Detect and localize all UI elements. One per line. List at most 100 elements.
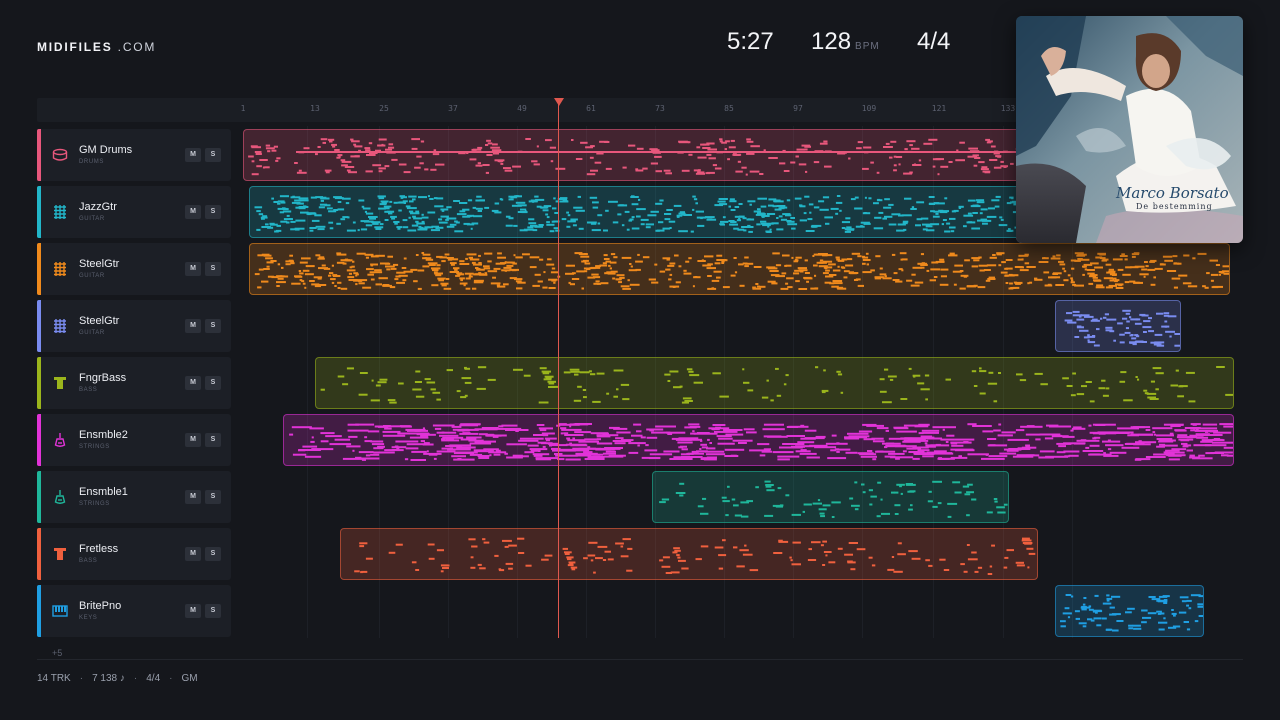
track-category: KEYS — [79, 615, 98, 621]
solo-button[interactable]: S — [205, 433, 221, 447]
ruler-tick: 1 — [240, 104, 246, 113]
mute-button[interactable]: M — [185, 547, 201, 561]
logo-bold: MIDIFILES — [37, 40, 113, 54]
track-header[interactable]: FngrBass BASS M S — [37, 357, 231, 409]
playhead-handle[interactable] — [554, 98, 564, 106]
separator-dot: · — [169, 673, 173, 684]
solo-button[interactable]: S — [205, 547, 221, 561]
midi-clip[interactable] — [1055, 300, 1181, 352]
midi-clip[interactable] — [249, 243, 1230, 295]
piano-icon — [52, 603, 68, 619]
track-color-stripe — [37, 243, 41, 295]
note-count: 7 138 ♪ — [92, 673, 125, 684]
track-category: GUITAR — [79, 273, 105, 279]
time-signature-display: 4/4 — [917, 28, 951, 55]
violin-icon — [52, 489, 68, 505]
track-category: DRUMS — [79, 159, 104, 165]
solo-button[interactable]: S — [205, 376, 221, 390]
solo-button[interactable]: S — [205, 490, 221, 504]
bpm-unit: BPM — [855, 41, 880, 52]
track-count: 14 TRK — [37, 673, 71, 684]
mute-button[interactable]: M — [185, 433, 201, 447]
ruler-tick: 61 — [586, 104, 596, 113]
mute-button[interactable]: M — [185, 604, 201, 618]
track-color-stripe — [37, 585, 41, 637]
midi-clip[interactable] — [340, 528, 1038, 580]
track-category: GUITAR — [79, 216, 105, 222]
ruler-tick: 97 — [793, 104, 803, 113]
note-pattern — [1060, 594, 1203, 632]
bass-icon — [52, 546, 68, 562]
mute-button[interactable]: M — [185, 262, 201, 276]
separator-dot: · — [133, 673, 138, 684]
guitar-icon — [52, 261, 68, 277]
track-name: SteelGtr — [79, 315, 120, 327]
track-color-stripe — [37, 129, 41, 181]
track-category: STRINGS — [79, 501, 110, 507]
logo-domain: .COM — [112, 40, 157, 54]
site-logo[interactable]: MIDIFILES .COM — [37, 40, 156, 54]
midi-standard: GM — [181, 673, 198, 684]
track-color-stripe — [37, 471, 41, 523]
status-bar: 14 TRK · 7 138 ♪ · 4/4 · GM — [37, 673, 198, 684]
mute-button[interactable]: M — [185, 490, 201, 504]
ruler-tick: 73 — [655, 104, 665, 113]
note-pattern — [254, 252, 1229, 290]
tempo-display: 128 BPM — [811, 28, 880, 56]
ruler-tick: 133 — [1000, 104, 1016, 113]
track-category: STRINGS — [79, 444, 110, 450]
track-name: BritePno — [79, 600, 122, 612]
note-pattern — [289, 423, 1233, 461]
track-header[interactable]: Fretless BASS M S — [37, 528, 231, 580]
track-name: GM Drums — [79, 144, 133, 156]
mute-button[interactable]: M — [185, 205, 201, 219]
footer-divider — [37, 659, 1243, 660]
midi-clip[interactable] — [652, 471, 1009, 523]
mute-button[interactable]: M — [185, 376, 201, 390]
ruler-tick: 49 — [517, 104, 527, 113]
violin-icon — [52, 432, 68, 448]
more-tracks-label[interactable]: +5 — [52, 648, 62, 658]
playhead-line[interactable] — [558, 104, 559, 638]
ruler-tick: 25 — [379, 104, 389, 113]
track-color-stripe — [37, 414, 41, 466]
note-pattern — [354, 537, 1036, 575]
solo-button[interactable]: S — [205, 604, 221, 618]
track-header[interactable]: Ensmble1 STRINGS M S — [37, 471, 231, 523]
drum-icon — [52, 147, 68, 163]
track-name: Ensmble1 — [79, 486, 128, 498]
track-name: Ensmble2 — [79, 429, 128, 441]
ruler-tick: 121 — [931, 104, 947, 113]
note-pattern — [1064, 309, 1180, 347]
solo-button[interactable]: S — [205, 319, 221, 333]
track-header[interactable]: JazzGtr GUITAR M S — [37, 186, 231, 238]
track-header[interactable]: BritePno KEYS M S — [37, 585, 231, 637]
track-category: BASS — [79, 558, 98, 564]
track-color-stripe — [37, 357, 41, 409]
separator-dot: · — [79, 673, 84, 684]
bpm-value: 128 — [811, 28, 852, 55]
track-category: BASS — [79, 387, 98, 393]
time-display: 5:27 — [727, 28, 774, 55]
ruler-tick: 13 — [310, 104, 320, 113]
footer-signature: 4/4 — [146, 673, 161, 684]
track-name: Fretless — [79, 543, 119, 555]
track-name: FngrBass — [79, 372, 127, 384]
midi-clip[interactable] — [1055, 585, 1204, 637]
track-header[interactable]: SteelGtr GUITAR M S — [37, 300, 231, 352]
track-header[interactable]: SteelGtr GUITAR M S — [37, 243, 231, 295]
guitar-icon — [52, 204, 68, 220]
solo-button[interactable]: S — [205, 205, 221, 219]
mute-button[interactable]: M — [185, 319, 201, 333]
album-cover: Marco Borsato De bestemming — [1016, 16, 1243, 243]
album-artist: Marco Borsato — [1116, 184, 1229, 202]
track-category: GUITAR — [79, 330, 105, 336]
midi-clip[interactable] — [315, 357, 1234, 409]
midi-clip[interactable] — [283, 414, 1234, 466]
solo-button[interactable]: S — [205, 148, 221, 162]
track-header[interactable]: Ensmble2 STRINGS M S — [37, 414, 231, 466]
note-pattern — [659, 480, 1008, 518]
track-header[interactable]: GM Drums DRUMS M S — [37, 129, 231, 181]
solo-button[interactable]: S — [205, 262, 221, 276]
mute-button[interactable]: M — [185, 148, 201, 162]
